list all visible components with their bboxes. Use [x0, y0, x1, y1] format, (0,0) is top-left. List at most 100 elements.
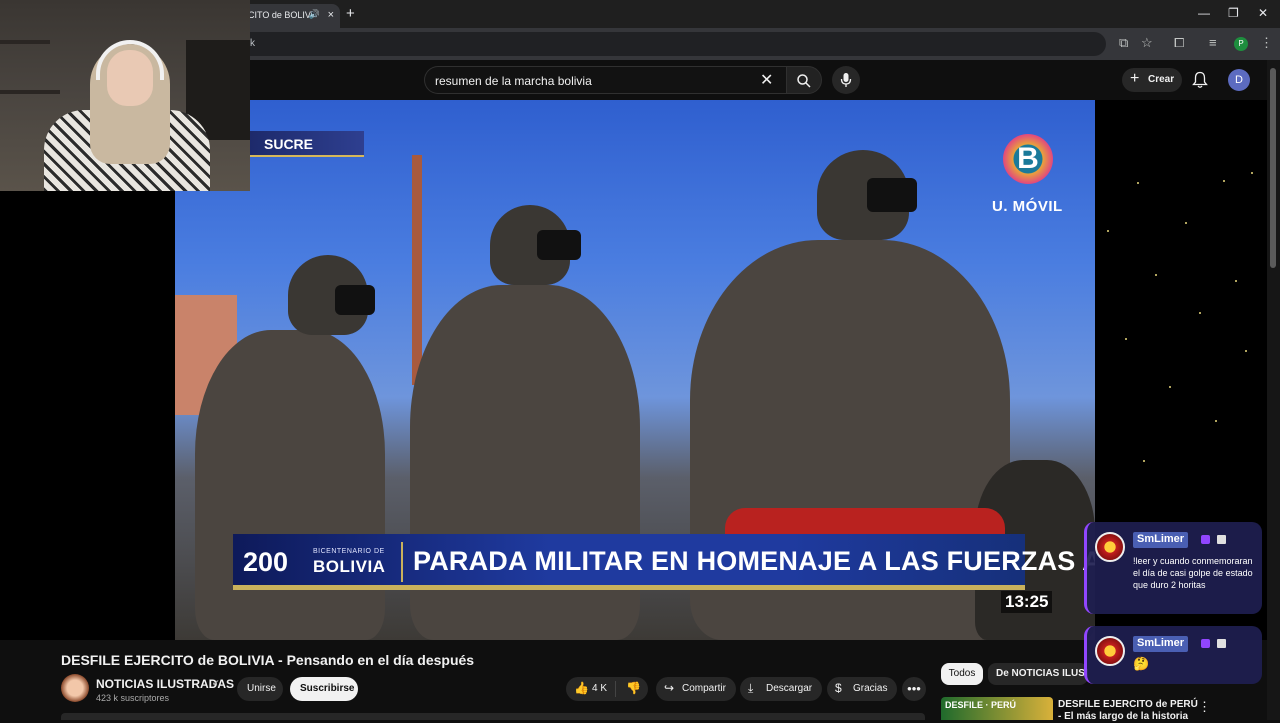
share-button[interactable]: ↪ Compartir: [656, 677, 736, 701]
thumbnail-text: DESFILE · PERÚ: [945, 700, 1017, 710]
extensions-icon[interactable]: ⧠: [1174, 35, 1184, 51]
video-clock: 13:25: [1001, 591, 1053, 613]
soldier-figure: [195, 330, 385, 640]
tab-title: CITO de BOLIV: [248, 10, 311, 20]
moderator-badge-icon: [1217, 535, 1226, 544]
chip-from-channel[interactable]: De NOTICIAS ILUSTRADAS: [988, 663, 1088, 685]
dislike-button[interactable]: 👎: [626, 681, 641, 695]
star: [1125, 338, 1127, 340]
chat-username: SmLimer: [1133, 636, 1189, 652]
recommended-title[interactable]: DESFILE EJERCITO de PERÚ - El más largo …: [1058, 699, 1198, 723]
chat-username: SmLimer: [1133, 532, 1189, 548]
search-query: resumen de la marcha bolivia: [435, 74, 592, 88]
verified-badge-icon: ✔: [212, 678, 220, 688]
news-headline: PARADA MILITAR EN HOMENAJE A LAS FUERZAS…: [413, 546, 1095, 576]
speaker-icon[interactable]: 🔊: [309, 9, 320, 20]
like-count: 4 K: [592, 683, 608, 694]
address-text: k: [250, 38, 255, 49]
chat-message: SmLimer !leer y cuando conmemoraran el d…: [1084, 522, 1262, 614]
lower-third-divider: [401, 542, 403, 582]
chat-message: SmLimer 🤔: [1084, 626, 1262, 684]
download-label: Descargar: [766, 683, 813, 694]
star: [1245, 350, 1247, 352]
new-tab-button[interactable]: +: [346, 5, 355, 22]
chip-all[interactable]: Todos: [941, 663, 983, 685]
search-button[interactable]: [786, 66, 822, 94]
browser-tab[interactable]: CITO de BOLIV 🔊 ×: [240, 4, 340, 28]
news-lower-third: 200 BICENTENARIO DE BOLIVIA PARADA MILIT…: [233, 534, 1095, 590]
video-player[interactable]: SUCRE B U. MÓVIL 200 BICENTENARIO DE BOL…: [175, 100, 1095, 640]
description-box[interactable]: [61, 713, 925, 720]
tab-close-button[interactable]: ×: [328, 9, 334, 21]
star: [1155, 274, 1157, 276]
star: [1107, 230, 1109, 232]
chat-text: !leer y cuando conmemoraran el día de ca…: [1133, 556, 1253, 590]
star: [1137, 182, 1139, 184]
location-tag: SUCRE: [250, 131, 364, 157]
search-icon: [797, 74, 811, 88]
star: [1185, 222, 1187, 224]
shelf: [0, 40, 50, 44]
background-pole: [412, 155, 422, 385]
headset-icon: [96, 40, 164, 80]
subscribe-button[interactable]: Suscribirse: [290, 677, 358, 701]
star: [1251, 172, 1253, 174]
window-close-button[interactable]: ✕: [1258, 6, 1268, 20]
diving-mask: [867, 178, 917, 212]
super-thanks-icon: $: [835, 681, 842, 695]
notifications-bell-icon[interactable]: [1192, 71, 1208, 89]
thanks-label: Gracias: [853, 683, 888, 694]
channel-avatar[interactable]: [61, 674, 89, 702]
thinking-emoji-icon: 🤔: [1133, 656, 1150, 671]
plus-icon: +: [1130, 70, 1140, 87]
like-dislike-separator: [615, 681, 616, 697]
star: [1215, 420, 1217, 422]
subscriber-badge-icon: [1201, 535, 1210, 544]
star: [1143, 460, 1145, 462]
window-minimize-button[interactable]: —: [1198, 6, 1210, 20]
channel-watermark-logo: B: [1003, 134, 1053, 184]
star: [1199, 312, 1201, 314]
chat-user-avatar: [1095, 532, 1125, 562]
download-icon: ⤓: [748, 681, 754, 695]
bicentenario-country: BOLIVIA: [313, 557, 386, 576]
user-avatar[interactable]: D: [1228, 69, 1250, 91]
bicentenario-label: BICENTENARIO DE: [313, 548, 385, 555]
streamer-webcam: [0, 0, 250, 191]
browser-profile-avatar[interactable]: P: [1234, 37, 1248, 51]
bicentenario-logo: 200 BICENTENARIO DE BOLIVIA: [243, 546, 391, 578]
diving-mask: [335, 285, 375, 315]
bookmark-star-icon[interactable]: ☆: [1141, 35, 1153, 51]
scrollbar-thumb[interactable]: [1270, 68, 1276, 268]
window-restore-button[interactable]: ❐: [1228, 6, 1239, 20]
voice-search-button[interactable]: [832, 66, 860, 94]
search-input[interactable]: resumen de la marcha bolivia: [424, 66, 786, 94]
install-app-icon[interactable]: ⧉: [1119, 35, 1128, 51]
create-label: Crear: [1148, 74, 1175, 85]
diving-mask: [537, 230, 581, 260]
moderator-badge-icon: [1217, 639, 1226, 648]
clear-search-button[interactable]: ✕: [760, 70, 773, 90]
subscriber-badge-icon: [1201, 639, 1210, 648]
bicentenario-number: 200: [243, 547, 289, 577]
recommended-thumbnail[interactable]: DESFILE · PERÚ: [941, 697, 1053, 720]
chat-user-avatar: [1095, 636, 1125, 666]
share-label: Compartir: [682, 683, 726, 694]
create-button[interactable]: + Crear: [1122, 68, 1182, 92]
browser-menu-icon[interactable]: ⋮: [1260, 35, 1273, 51]
thumbs-up-icon: 👍: [574, 681, 589, 695]
video-title: DESFILE EJERCITO de BOLIVIA - Pensando e…: [61, 652, 475, 668]
media-control-icon[interactable]: ≡: [1209, 35, 1217, 50]
star: [1223, 180, 1225, 182]
recommended-menu-button[interactable]: ⋮: [1198, 699, 1211, 715]
shelf: [0, 90, 60, 94]
microphone-icon: [840, 73, 852, 87]
download-button[interactable]: ⤓ Descargar: [740, 677, 822, 701]
star: [1169, 386, 1171, 388]
channel-watermark-text: U. MÓVIL: [992, 198, 1063, 215]
address-bar[interactable]: k: [236, 32, 1106, 56]
more-actions-button[interactable]: •••: [902, 677, 926, 701]
join-button[interactable]: Unirse: [237, 677, 283, 701]
thanks-button[interactable]: $ Gracias: [827, 677, 897, 701]
subscriber-count: 423 k suscriptores: [96, 693, 170, 703]
